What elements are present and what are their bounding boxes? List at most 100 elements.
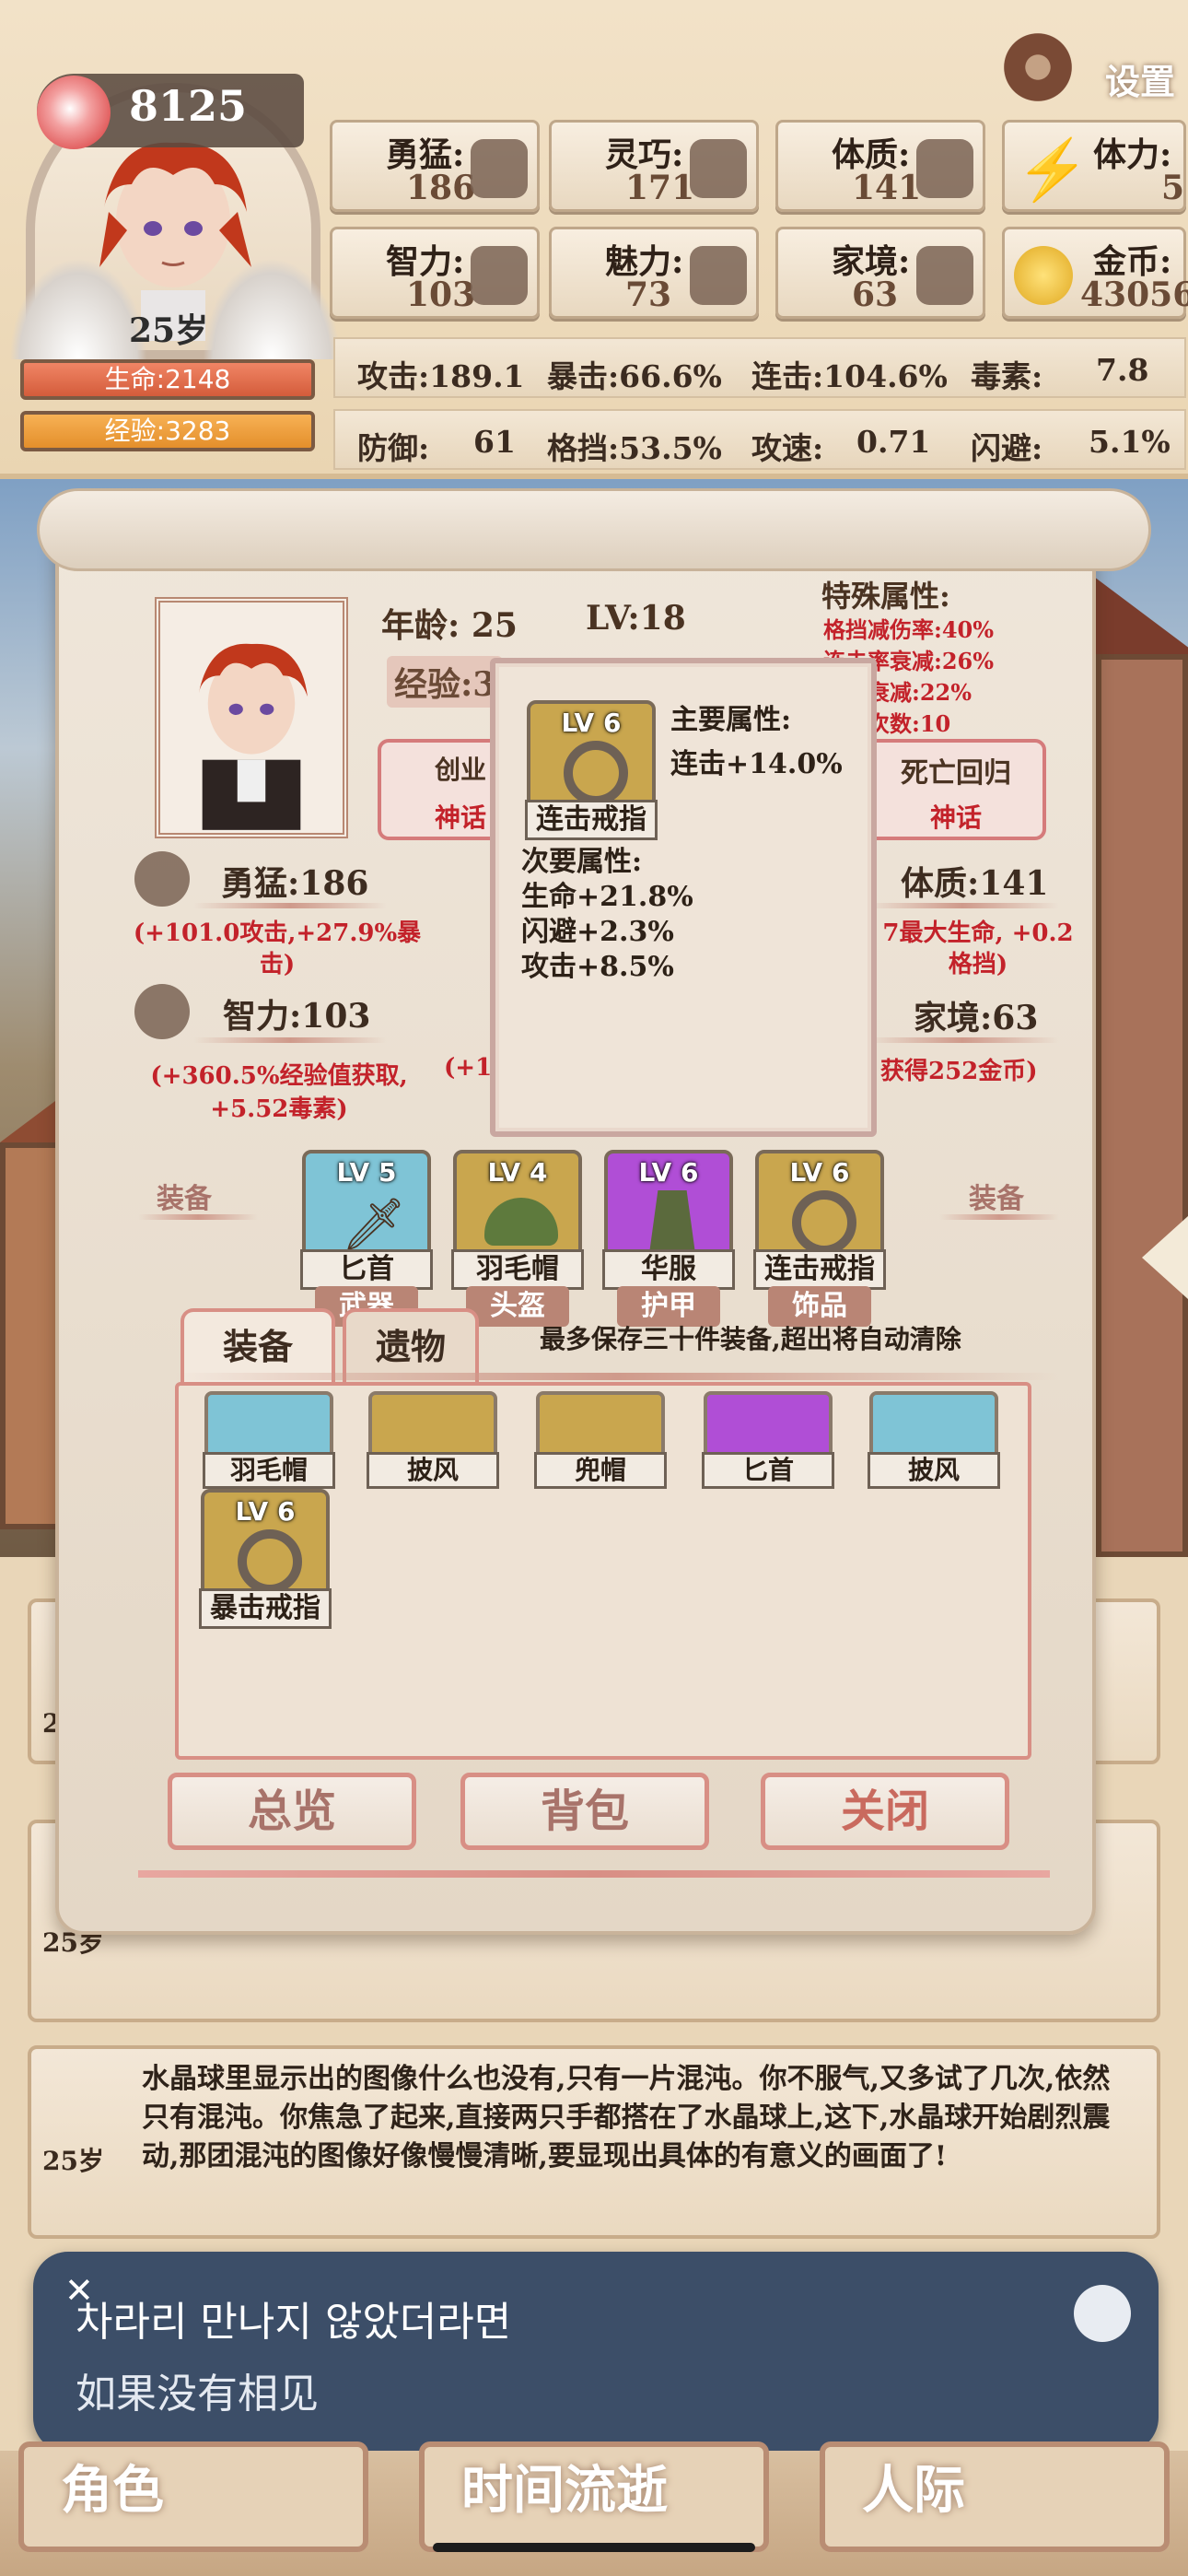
attr-intelligence: 智力:103 (223, 997, 371, 1036)
item-level: LV 6 (235, 1496, 296, 1527)
dodge-value: 5.1% (1089, 424, 1171, 460)
attr-family: 家境:63 (914, 999, 1039, 1037)
nav-character[interactable]: 角色 (18, 2441, 368, 2552)
item-name: 连击戒指 (525, 800, 658, 840)
overview-button[interactable]: 总览 (168, 1773, 416, 1850)
attr-family-desc: 获得252金币) (880, 1058, 1038, 1085)
item-name: 羽毛帽 (451, 1249, 584, 1290)
speed-value: 0.71 (856, 424, 931, 460)
soul-icon (37, 76, 111, 149)
talent-card-right[interactable]: 死亡回归 神话 (866, 739, 1046, 840)
item-name: 华服 (602, 1249, 735, 1290)
inventory-item[interactable]: 羽毛帽 (203, 1391, 335, 1489)
dagger-icon: 🗡 (341, 1195, 407, 1255)
stat-tile-constitution[interactable]: 体质: 141 (775, 120, 985, 212)
level-label: LV:18 (586, 599, 686, 638)
stat-tile-intelligence[interactable]: 智力: 103 (330, 227, 540, 319)
stat-value: 103 (406, 275, 476, 314)
hp-bar: 生命:2148 (20, 359, 315, 400)
item-name: 连击戒指 (753, 1249, 886, 1290)
gear-icon[interactable] (998, 28, 1077, 107)
item-level: LV 5 (336, 1157, 397, 1188)
ring-icon (564, 741, 628, 805)
inventory-item[interactable]: 披风 (868, 1391, 1000, 1489)
attr-intelligence-desc: (+360.5%经验值获取, +5.52毒素) (150, 1062, 408, 1123)
inventory-item[interactable]: LV 6 暴击戒指 (199, 1489, 332, 1629)
talent-name: 死亡回归 (901, 757, 1011, 790)
dialog-hero-portrait (198, 643, 308, 830)
item-name: 匕首 (702, 1452, 834, 1489)
stat-value: 63 (852, 275, 899, 314)
equipped-armor-slot[interactable]: LV 6 华服 (602, 1150, 735, 1290)
nav-relations[interactable]: 人际 (820, 2441, 1170, 2552)
house-decor (1096, 654, 1188, 1557)
item-level: LV 6 (638, 1157, 699, 1188)
settings-button[interactable]: 设置 (1105, 53, 1175, 104)
nav-label: 时间流逝 (461, 2460, 668, 2521)
combat-row-1: 攻击:189.1 暴击:66.6% 连击:104.6% 毒素: 7.8 (333, 337, 1186, 398)
poison-label: 毒素: (971, 358, 1043, 394)
item-name: 兜帽 (534, 1452, 667, 1489)
item-name: 披风 (367, 1452, 499, 1489)
combo-stat: 连击:104.6% (751, 358, 948, 394)
item-level: LV 6 (789, 1157, 850, 1188)
coin-stack-icon (916, 246, 973, 305)
tooltip-item-icon: LV 6 连击戒指 (525, 700, 658, 840)
fist-icon (134, 851, 190, 907)
age-label: 25岁 (129, 311, 209, 350)
xp-bar: 经验:3283 (20, 411, 315, 451)
item-tooltip: LV 6 连击戒指 主要属性: 连击+14.0% 次要属性: 生命+21.8% … (490, 658, 877, 1137)
stat-tile-brave[interactable]: 勇猛: 186 (330, 120, 540, 212)
equipped-accessory-slot[interactable]: LV 6 连击戒指 (753, 1150, 886, 1290)
equipped-weapon-slot[interactable]: LV 5 🗡 匕首 (300, 1150, 433, 1290)
inventory-item[interactable]: 匕首 (702, 1391, 834, 1489)
home-indicator[interactable] (433, 2543, 755, 2552)
backpack-button[interactable]: 背包 (460, 1773, 709, 1850)
brain-icon (471, 246, 528, 305)
special-attr-title: 特殊属性: (821, 579, 950, 614)
tooltip-sub-line: 攻击+8.5% (521, 951, 674, 983)
talent-rarity: 神话 (929, 802, 982, 833)
stat-tile-gold[interactable]: 金币: 43056 (1002, 227, 1188, 319)
subtitle-overlay[interactable]: ✕ 차라리 만나지 않았더라면 如果没有相见 (33, 2252, 1159, 2453)
exp-label: 经验:3 (387, 656, 504, 708)
inventory-item[interactable]: 兜帽 (534, 1391, 667, 1489)
divider (138, 1214, 258, 1220)
inventory-item[interactable]: 披风 (367, 1391, 499, 1489)
stat-value: 171 (625, 169, 695, 207)
divider (175, 1373, 1059, 1380)
close-button[interactable]: 关闭 (761, 1773, 1009, 1850)
ring-icon (238, 1529, 302, 1594)
speed-label: 攻速: (751, 430, 824, 466)
feather-hat-icon (484, 1198, 558, 1246)
log-age: 25岁 (42, 2146, 104, 2176)
item-name: 暴击戒指 (199, 1588, 332, 1629)
nav-label: 人际 (862, 2460, 965, 2521)
equip-side-label: 装备 (969, 1183, 1024, 1215)
score-value: 8125 (129, 81, 248, 131)
stat-value: 141 (852, 169, 922, 207)
bag-capacity-notice: 最多保存三十件装备,超出将自动清除 (540, 1324, 961, 1354)
equipped-helmet-slot[interactable]: LV 4 羽毛帽 (451, 1150, 584, 1290)
poison-value: 7.8 (1096, 352, 1149, 388)
dialog-portrait-frame (155, 597, 348, 838)
subtitle-chinese: 如果没有相见 (76, 2371, 319, 2418)
nav-time-flow[interactable]: 时间流逝 (419, 2441, 769, 2552)
pip-icon[interactable] (1074, 2285, 1131, 2342)
stat-value: 186 (406, 169, 476, 207)
stat-value: 5 (1161, 169, 1185, 207)
dodge-label: 闪避: (971, 430, 1043, 466)
stat-value: 43056 (1080, 275, 1188, 314)
stat-tile-family[interactable]: 家境: 63 (775, 227, 985, 319)
stat-tile-agility[interactable]: 灵巧: 171 (549, 120, 759, 212)
stat-tile-charm[interactable]: 魅力: 73 (549, 227, 759, 319)
divider (866, 1037, 1059, 1043)
item-name: 披风 (868, 1452, 1000, 1489)
arm-icon (916, 139, 973, 198)
divider (193, 1037, 387, 1043)
stat-tile-stamina[interactable]: 体力: 5 ⚡ (1002, 120, 1186, 212)
special-attr-line: 格挡减伤率:40% (823, 616, 995, 643)
hand-icon (690, 139, 747, 198)
log-card: 25岁 水晶球里显示出的图像什么也没有,只有一片混沌。你不服气,又多试了几次,依… (28, 2045, 1160, 2239)
block-stat: 格挡:53.5% (547, 430, 722, 466)
